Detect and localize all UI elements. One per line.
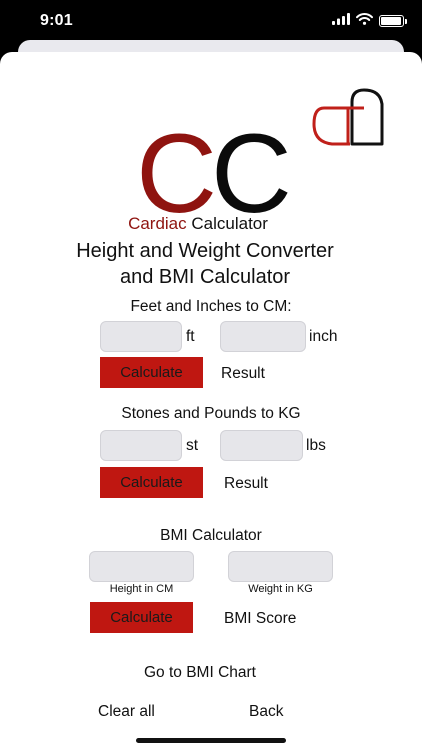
stones-input[interactable]	[100, 430, 182, 461]
stones-result-text: Result	[224, 475, 268, 492]
bmi-score-text: BMI Score	[224, 610, 297, 627]
stones-unit-label: st	[186, 437, 199, 454]
page-title: Height and Weight Converter and BMI Calc…	[0, 238, 410, 290]
battery-icon	[379, 15, 407, 27]
bmi-section-title: BMI Calculator	[160, 527, 262, 544]
logo-subtitle-cardiac: Cardiac	[128, 214, 187, 233]
stones-section-title: Stones and Pounds to KG	[121, 405, 301, 422]
height-cm-input[interactable]	[89, 551, 194, 582]
signal-icon	[332, 12, 350, 30]
feet-result-text: Result	[221, 365, 265, 382]
inch-input[interactable]	[220, 321, 306, 352]
feet-unit-label: ft	[186, 328, 195, 345]
status-time: 9:01	[40, 12, 73, 29]
status-icons	[332, 12, 407, 30]
logo-subtitle-calculator: Calculator	[186, 214, 268, 233]
stones-calculate-button[interactable]: Calculate	[100, 467, 203, 498]
feet-calculate-button[interactable]: Calculate	[100, 357, 203, 388]
home-indicator	[136, 738, 286, 743]
weight-kg-label: Weight in KG	[248, 583, 313, 595]
bmi-calculate-button[interactable]: Calculate	[90, 602, 193, 633]
bmi-chart-link[interactable]: Go to BMI Chart	[0, 664, 400, 682]
status-bar: 9:01	[0, 0, 422, 44]
page-title-line-1: Height and Weight Converter	[76, 240, 334, 262]
back-button[interactable]: Back	[249, 703, 283, 721]
logo-subtitle: Cardiac Calculator	[0, 214, 396, 234]
inch-unit-label: inch	[309, 328, 338, 345]
wifi-icon	[356, 12, 373, 30]
weight-kg-input[interactable]	[228, 551, 333, 582]
height-cm-label: Height in CM	[109, 583, 174, 595]
page-title-line-2: and BMI Calculator	[119, 266, 291, 288]
feet-section-title: Feet and Inches to CM:	[130, 298, 292, 315]
pounds-unit-label: lbs	[306, 437, 326, 454]
feet-input[interactable]	[100, 321, 182, 352]
battery-level	[381, 17, 401, 25]
clear-all-button[interactable]: Clear all	[98, 703, 155, 721]
pounds-input[interactable]	[220, 430, 303, 461]
